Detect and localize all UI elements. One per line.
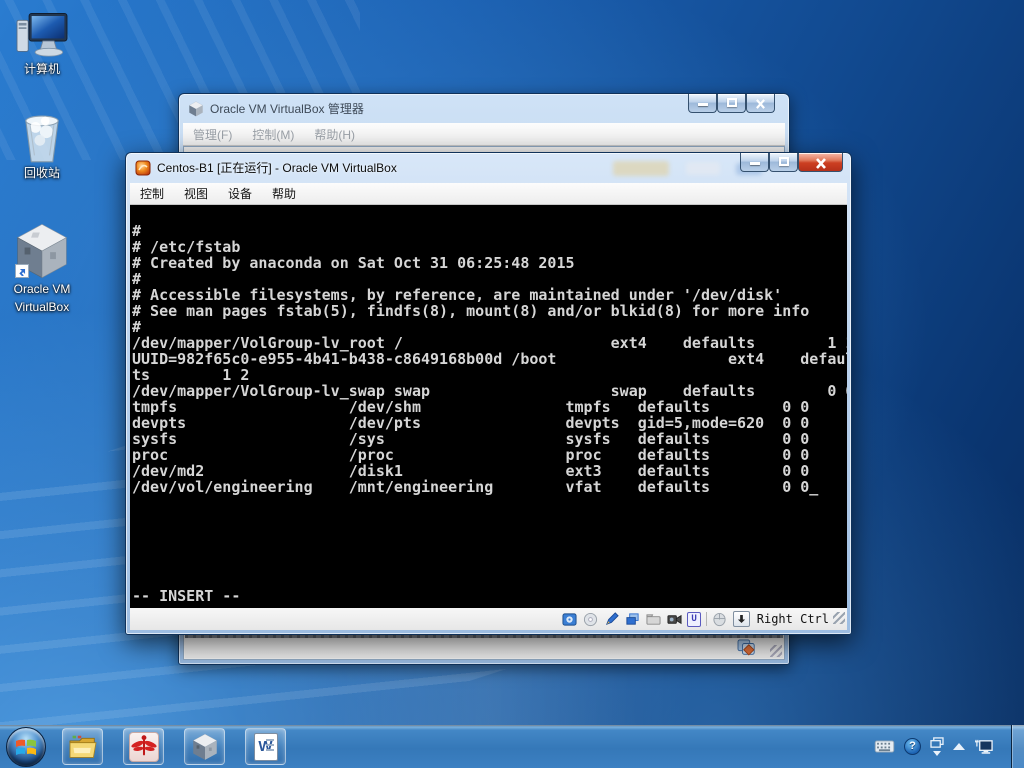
minimize-button[interactable] xyxy=(688,94,717,113)
statusbar-separator xyxy=(705,612,707,626)
folder-icon xyxy=(69,735,97,758)
dragonfly-icon xyxy=(128,731,159,762)
mouse-icon[interactable] xyxy=(712,611,728,627)
menu-help[interactable]: 帮助(H) xyxy=(304,123,365,146)
recycle-bin-icon xyxy=(25,115,59,163)
hdd-icon[interactable] xyxy=(561,611,577,627)
word-document-icon: W xyxy=(253,732,278,761)
vm-window: Centos-B1 [正在运行] - Oracle VM VirtualBox … xyxy=(125,152,852,635)
virtualbox-cube-icon xyxy=(192,733,217,760)
host-key-label: Right Ctrl xyxy=(756,612,829,626)
vm-statusbar: U Right Ctrl xyxy=(130,608,847,630)
taskbar-screenshot-app-button[interactable] xyxy=(123,728,164,765)
taskbar: W ? xyxy=(0,725,1024,768)
menu-devices[interactable]: 设备 xyxy=(218,182,262,205)
pen-icon[interactable] xyxy=(603,611,619,627)
optical-disc-icon[interactable] xyxy=(582,611,598,627)
console-line: sysfs /sys sysfs defaults 0 0 xyxy=(132,430,810,448)
menu-machine[interactable]: 控制(M) xyxy=(242,123,304,146)
window-switcher-tray-icon[interactable] xyxy=(930,737,944,756)
windows-flag-icon xyxy=(16,739,36,755)
menu-manage[interactable]: 管理(F) xyxy=(183,123,242,146)
console-line: UUID=982f65c0-e955-4b41-b438-c8649168b00… xyxy=(132,350,847,368)
system-tray: ? xyxy=(874,725,994,768)
chevron-down-icon xyxy=(933,751,941,756)
close-icon xyxy=(756,99,765,109)
maximize-button[interactable] xyxy=(769,153,798,172)
glass-reflection xyxy=(613,161,669,176)
document-lines xyxy=(265,738,274,753)
desktop-icon-label: Oracle VM xyxy=(13,282,71,296)
manager-menubar: 管理(F) 控制(M) 帮助(H) xyxy=(183,123,785,146)
console-line: # See man pages fstab(5), findfs(8), mou… xyxy=(132,302,810,320)
taskbar-word-button[interactable]: W xyxy=(245,728,286,765)
desktop-icon-label: VirtualBox xyxy=(14,300,70,314)
console-line: # xyxy=(132,318,142,336)
shortcut-arrow-icon xyxy=(15,264,29,278)
details-pane-icon xyxy=(737,639,755,656)
taskbar-explorer-button[interactable] xyxy=(62,728,103,765)
host-key-icon[interactable] xyxy=(732,611,750,627)
close-icon xyxy=(815,158,826,169)
desktop[interactable]: 计算机 回收站 Oracle VM VirtualBox Oracle VM V… xyxy=(0,0,1024,768)
console-line: # xyxy=(132,222,142,240)
desktop-icon-label: 计算机 xyxy=(23,62,60,76)
manager-statusbar xyxy=(185,638,783,658)
network-tray-icon[interactable] xyxy=(974,738,994,756)
chip-u-icon[interactable]: U xyxy=(687,611,701,627)
video-camera-icon[interactable] xyxy=(666,611,682,627)
maximize-icon xyxy=(778,157,789,166)
console-line: # /etc/fstab xyxy=(132,238,241,256)
vm-menubar: 控制 视图 设备 帮助 xyxy=(130,183,847,205)
show-hidden-icons-button[interactable] xyxy=(953,743,965,750)
vm-window-controls xyxy=(740,153,843,172)
console-line: devpts /dev/pts devpts gid=5,mode=620 0 … xyxy=(132,414,810,432)
resize-grip[interactable] xyxy=(770,645,782,657)
console-line: # Created by anaconda on Sat Oct 31 06:2… xyxy=(132,254,575,272)
maximize-button[interactable] xyxy=(717,94,746,113)
desktop-icon-computer[interactable]: 计算机 xyxy=(0,10,84,78)
console-line: proc /proc proc defaults 0 0 xyxy=(132,446,810,464)
start-button[interactable] xyxy=(6,727,46,767)
show-desktop-button[interactable] xyxy=(1011,725,1024,768)
console-line: /dev/vol/engineering /mnt/engineering vf… xyxy=(132,478,819,496)
computer-icon xyxy=(16,13,68,57)
console-line: # Accessible filesystems, by reference, … xyxy=(132,286,783,304)
vm-console[interactable]: # # /etc/fstab # Created by anaconda on … xyxy=(130,205,847,608)
question-mark-glyph: ? xyxy=(909,740,916,752)
fstab-text: # # /etc/fstab # Created by anaconda on … xyxy=(132,223,847,495)
manager-window-title: Oracle VM VirtualBox 管理器 xyxy=(210,102,364,116)
desktop-icon-label: 回收站 xyxy=(23,166,60,180)
console-line: /dev/mapper/VolGroup-lv_root / ext4 defa… xyxy=(132,334,847,352)
vm-window-title: Centos-B1 [正在运行] - Oracle VM VirtualBox xyxy=(157,161,397,175)
console-line: /dev/md2 /disk1 ext3 defaults 0 0 xyxy=(132,462,810,480)
glass-reflection xyxy=(686,162,720,175)
help-tray-icon[interactable]: ? xyxy=(904,738,921,755)
vim-mode-indicator: -- INSERT -- xyxy=(132,587,241,605)
minimize-icon xyxy=(749,162,760,165)
desktop-icon-virtualbox[interactable]: Oracle VM VirtualBox xyxy=(0,222,84,316)
desktop-icon-recycle-bin[interactable]: 回收站 xyxy=(0,108,84,182)
shared-folder-icon[interactable] xyxy=(645,611,661,627)
console-line: # xyxy=(132,270,142,288)
maximize-icon xyxy=(726,98,737,107)
vm-orange-icon xyxy=(135,160,151,175)
console-line: /dev/mapper/VolGroup-lv_swap swap swap d… xyxy=(132,382,847,400)
menu-machine[interactable]: 控制 xyxy=(130,182,174,205)
console-line: ts 1 2 xyxy=(132,366,250,384)
minimize-icon xyxy=(697,103,708,106)
cascade-windows-icon[interactable] xyxy=(624,611,640,627)
virtualbox-cube-icon xyxy=(189,101,203,116)
close-button[interactable] xyxy=(798,153,843,172)
console-line: tmpfs /dev/shm tmpfs defaults 0 0 xyxy=(132,398,810,416)
menu-help[interactable]: 帮助 xyxy=(262,182,306,205)
menu-view[interactable]: 视图 xyxy=(174,182,218,205)
minimize-button[interactable] xyxy=(740,153,769,172)
resize-grip[interactable] xyxy=(833,612,845,624)
keyboard-tray-icon[interactable] xyxy=(874,740,895,753)
close-button[interactable] xyxy=(746,94,775,113)
taskbar-virtualbox-button[interactable] xyxy=(184,728,225,765)
manager-window-controls xyxy=(688,94,775,113)
